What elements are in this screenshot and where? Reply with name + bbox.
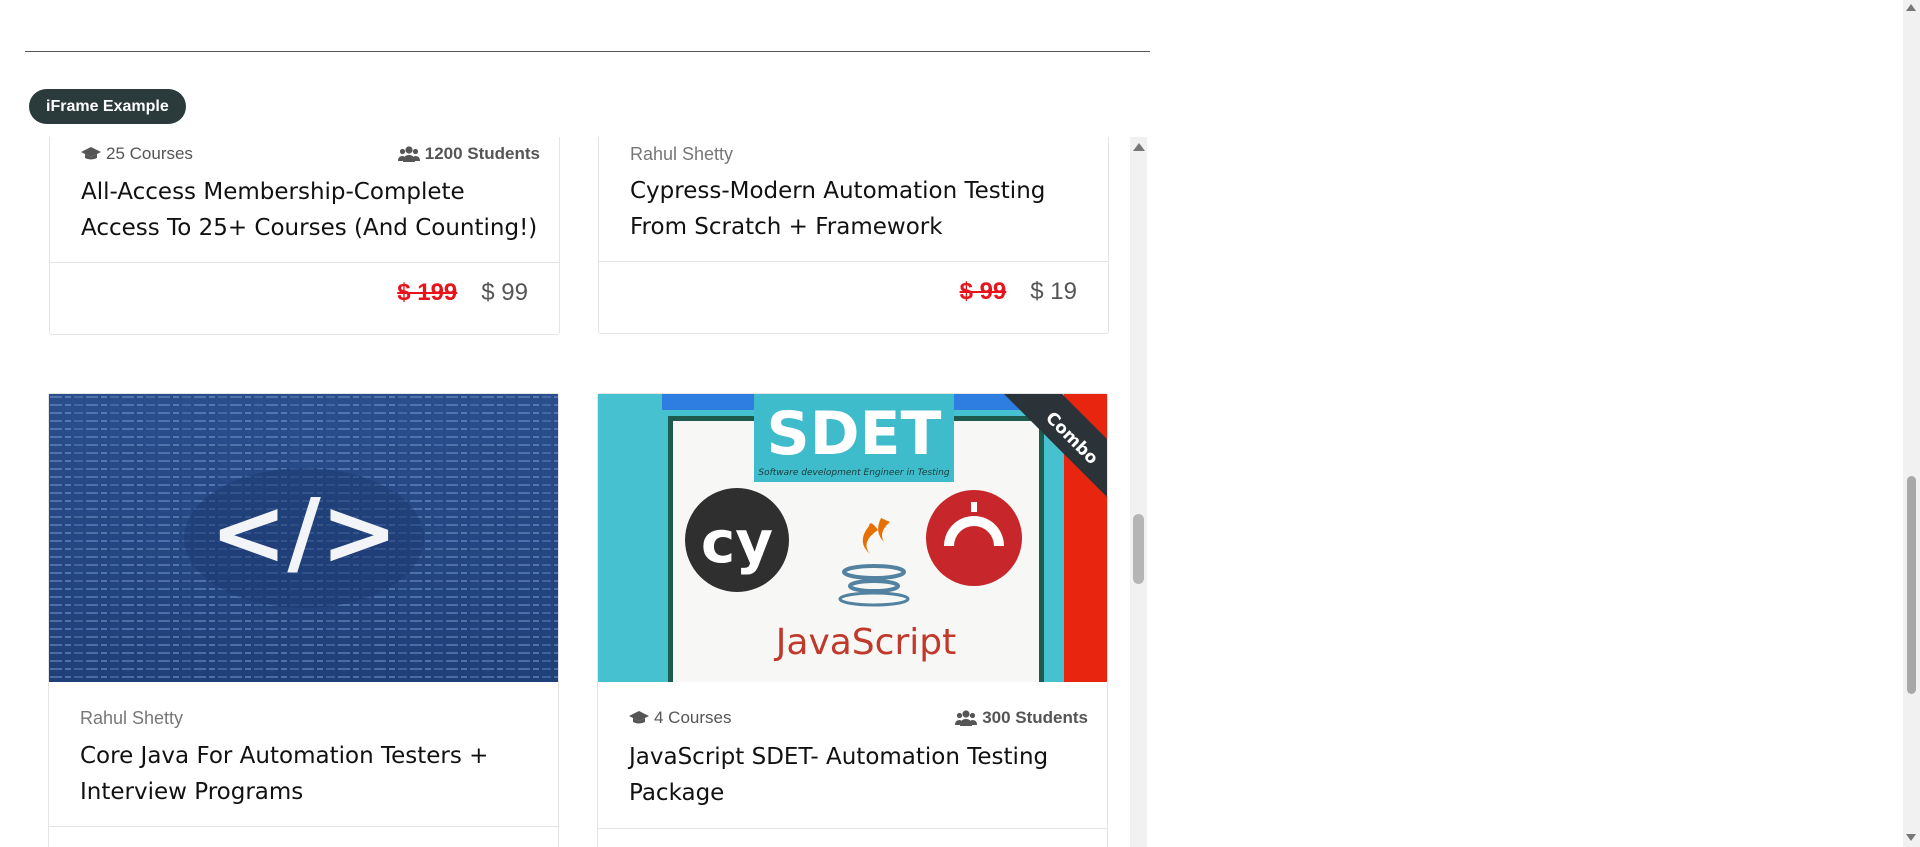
students-count: 300 Students [982, 708, 1088, 727]
iframe-example-badge[interactable]: iFrame Example [29, 89, 186, 124]
page-scroll-thumb[interactable] [1907, 476, 1916, 694]
iframe-scrollbar[interactable] [1130, 137, 1147, 847]
course-title[interactable]: Cypress-Modern Automation Testing From S… [630, 173, 1088, 245]
old-price: $ 199 [397, 279, 458, 306]
scroll-down-arrow-icon[interactable] [1906, 834, 1916, 841]
courses-count: 25 Courses [106, 144, 193, 163]
javascript-logo-label: JavaScript [774, 622, 956, 663]
top-divider [25, 51, 1150, 52]
cypress-logo-label: cy [701, 508, 773, 576]
new-price: $ 99 [481, 279, 528, 306]
page-scrollbar[interactable] [1903, 0, 1920, 847]
course-card-js-sdet[interactable]: SDET Software development Engineer in Te… [597, 393, 1108, 847]
code-symbol-label: </> [210, 479, 398, 586]
course-card-cypress[interactable]: Rahul Shetty Cypress-Modern Automation T… [598, 137, 1109, 334]
new-price: $ 19 [1030, 278, 1077, 305]
users-icon [955, 710, 978, 726]
course-card-core-java[interactable]: </> Rahul Shetty Core Java For Automatio… [48, 393, 559, 847]
old-price: $ 99 [959, 278, 1007, 305]
courses-count: 4 Courses [654, 708, 732, 727]
course-meta: 25 Courses 1200 Students [81, 144, 540, 168]
course-image[interactable]: SDET Software development Engineer in Te… [598, 394, 1107, 682]
sdet-label: SDET [767, 399, 942, 469]
graduation-cap-icon [629, 711, 649, 724]
price-divider [49, 826, 558, 827]
price-divider [598, 828, 1107, 829]
course-title[interactable]: Core Java For Automation Testers + Inter… [80, 738, 538, 810]
course-image[interactable]: </> [49, 394, 558, 682]
graduation-cap-icon [81, 147, 101, 160]
course-meta: 4 Courses 300 Students [629, 708, 1088, 732]
course-meta: Rahul Shetty [630, 144, 1089, 168]
users-icon [397, 146, 420, 162]
courses-iframe[interactable]: 25 Courses 1200 Students All-Access Memb… [25, 137, 1148, 847]
price-row: $ 199 $ 99 [397, 278, 528, 308]
price-divider [50, 262, 559, 263]
course-meta: Rahul Shetty [80, 708, 539, 732]
iframe-scroll-thumb[interactable] [1133, 514, 1144, 584]
course-title[interactable]: JavaScript SDET- Automation Testing Pack… [629, 739, 1087, 811]
course-card-all-access[interactable]: 25 Courses 1200 Students All-Access Memb… [49, 137, 560, 335]
students-count: 1200 Students [424, 144, 540, 163]
scroll-up-arrow-icon[interactable] [1133, 143, 1145, 151]
author: Rahul Shetty [80, 708, 184, 728]
price-divider [599, 261, 1108, 262]
code-banner-image: </> [49, 394, 558, 682]
author: Rahul Shetty [630, 144, 734, 164]
scroll-up-arrow-icon[interactable] [1906, 4, 1916, 11]
sdet-banner-image: SDET Software development Engineer in Te… [598, 394, 1107, 682]
price-row: $ 99 $ 19 [960, 277, 1077, 307]
sdet-subtitle: Software development Engineer in Testing [758, 468, 949, 478]
course-title[interactable]: All-Access Membership-Complete Access To… [81, 174, 539, 246]
